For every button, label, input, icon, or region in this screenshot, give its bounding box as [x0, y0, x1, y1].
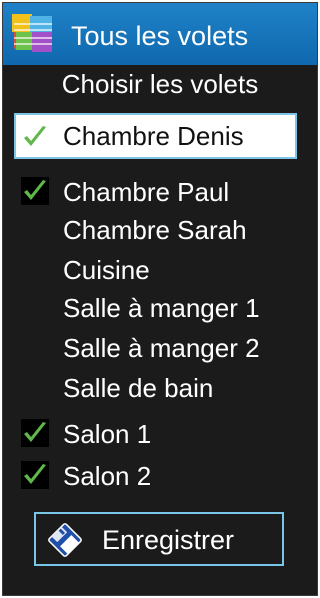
checkmark-icon [21, 461, 49, 489]
list-item-label: Chambre Sarah [63, 215, 247, 245]
list-item[interactable]: Salon 2 [3, 455, 317, 495]
checkmark-icon [24, 126, 46, 146]
list-item[interactable]: Chambre Sarah [3, 209, 317, 249]
list-item[interactable]: Chambre Paul [3, 171, 317, 211]
floppy-disk-icon [48, 523, 82, 557]
list-item[interactable]: Chambre Denis [3, 113, 317, 159]
list-item[interactable]: Salon 1 [3, 413, 317, 453]
section-heading: Choisir les volets [61, 69, 259, 99]
list-item-label: Salon 1 [63, 419, 152, 449]
list-item[interactable]: Salle à manger 1 [3, 287, 317, 327]
list-item[interactable]: Salle à manger 2 [3, 327, 317, 367]
title-bar: Tous les volets [3, 3, 317, 65]
save-button-label: Enregistrer [102, 525, 235, 555]
list-item[interactable]: Cuisine [3, 249, 317, 289]
app-window: Tous les volets Choisir les volets Chamb… [2, 2, 318, 596]
list-item-label: Cuisine [63, 255, 150, 285]
checkmark-icon [21, 419, 49, 447]
list-item-label: Salle de bain [63, 373, 214, 403]
checkmark-icon [21, 177, 49, 205]
page-title: Tous les volets [71, 21, 249, 51]
list-item[interactable]: Salle de bain [3, 367, 317, 407]
save-button[interactable]: Enregistrer [34, 512, 284, 566]
list-item-label: Chambre Denis [63, 121, 244, 151]
list-item-label: Salle à manger 2 [63, 333, 260, 363]
list-item-label: Salle à manger 1 [63, 293, 260, 323]
blinds-app-icon [12, 14, 52, 52]
list-item-label: Chambre Paul [63, 177, 230, 207]
list-item-label: Salon 2 [63, 461, 152, 491]
